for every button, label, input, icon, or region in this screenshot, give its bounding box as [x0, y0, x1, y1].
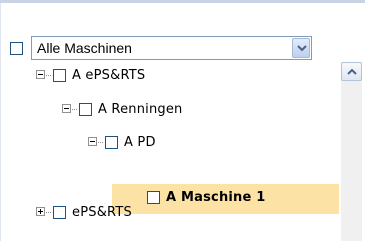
chevron-up-icon	[347, 68, 357, 75]
chevron-down-icon	[297, 45, 307, 52]
collapse-icon[interactable]	[62, 104, 71, 113]
tree-connector	[46, 75, 51, 77]
tree-item-label[interactable]: A Maschine 1	[166, 190, 266, 205]
tree-item-checkbox[interactable]	[53, 206, 66, 219]
select-all-checkbox[interactable]	[10, 42, 23, 55]
machine-filter-value: Alle Maschinen	[37, 40, 132, 56]
expand-icon[interactable]	[36, 207, 45, 216]
tree-connector	[72, 109, 77, 111]
panel-top-border	[0, 0, 365, 3]
tree-connector	[46, 212, 51, 214]
scroll-up-button[interactable]	[341, 62, 362, 81]
collapse-icon[interactable]	[88, 137, 97, 146]
tree-connector	[98, 142, 103, 144]
tree-item-checkbox[interactable]	[105, 136, 118, 149]
dropdown-button[interactable]	[292, 38, 310, 58]
tree-item-checkbox[interactable]	[53, 69, 66, 82]
tree-item-label[interactable]: A ePS&RTS	[72, 68, 145, 83]
tree-item-label[interactable]: A PD	[124, 135, 156, 150]
tree-item-label[interactable]: ePS&RTS	[72, 205, 132, 220]
collapse-icon[interactable]	[36, 70, 45, 79]
tree-item-label[interactable]: A Renningen	[98, 102, 183, 117]
machine-filter-select[interactable]: Alle Maschinen	[31, 36, 312, 60]
tree-item-checkbox[interactable]	[147, 191, 160, 204]
vertical-scrollbar[interactable]	[341, 62, 362, 241]
panel-left-border	[0, 3, 1, 241]
tree-item-checkbox[interactable]	[79, 103, 92, 116]
